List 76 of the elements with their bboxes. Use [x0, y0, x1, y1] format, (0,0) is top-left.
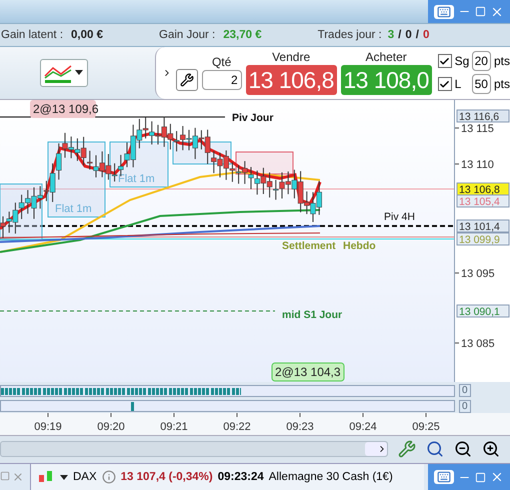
trade-tag: 2@13 109,6	[30, 100, 99, 118]
wrench-icon	[180, 72, 194, 87]
level-label: Hebdo	[343, 240, 376, 252]
sell-label: Vendre	[272, 50, 310, 64]
indicator-reading: 0	[459, 400, 471, 413]
price-tag: 13 116,6	[456, 109, 510, 123]
candlestick-icon[interactable]	[37, 469, 55, 485]
zoom-out-icon[interactable]	[454, 440, 472, 458]
indicator-reading: 0	[459, 384, 471, 398]
level-label: Settlement	[282, 240, 336, 252]
caret-icon[interactable]	[60, 474, 68, 480]
keyboard-icon[interactable]	[434, 470, 454, 484]
level-label: mid S1 Jour	[282, 308, 342, 321]
zone-label: Flat 1m	[55, 202, 92, 215]
price-tick: 13 115	[461, 122, 494, 135]
separator: /	[416, 29, 419, 42]
trade-tag: 2@13 104,3	[272, 362, 344, 382]
checkbox[interactable]	[438, 77, 452, 92]
time-tick: 09:25	[412, 421, 440, 434]
wrench-icon[interactable]	[398, 440, 416, 458]
check-icon	[439, 56, 450, 67]
points-field[interactable]: 50	[472, 74, 491, 94]
checkbox[interactable]	[438, 54, 452, 68]
time-tick: 09:24	[349, 421, 377, 434]
scrollbar[interactable]	[0, 441, 388, 458]
time-tick: 09:23	[286, 421, 314, 434]
stat-label: Gain Jour :	[159, 29, 216, 42]
maximize-icon[interactable]	[0, 471, 10, 481]
volume-spike-drawing	[131, 402, 134, 412]
check-icon	[439, 78, 450, 90]
instrument-name: Allemagne 30 Cash (1€)	[268, 471, 393, 483]
level-label: Piv Jour	[232, 112, 274, 124]
close-icon[interactable]	[12, 471, 24, 483]
clock-text: 09:23:24	[218, 471, 264, 483]
price-tag: 13 090,1	[456, 304, 510, 318]
stat-value: 0,00 €	[71, 29, 103, 42]
time-tick: 09:19	[34, 421, 62, 434]
time-tick: 09:21	[160, 421, 188, 434]
price-tick: 13 095	[461, 268, 495, 280]
settings-button[interactable]	[176, 68, 198, 91]
keyboard-icon[interactable]	[434, 4, 454, 19]
buy-label: Acheter	[365, 50, 407, 64]
trade-count: 3	[388, 29, 394, 42]
stop-label: L	[454, 77, 462, 92]
zoom-in-icon[interactable]	[482, 440, 500, 458]
price-tick: 13 085	[461, 338, 495, 350]
info-icon[interactable]	[102, 470, 116, 484]
stat-value: 23,70 €	[223, 29, 262, 42]
stat-label: Trades jour :	[318, 29, 382, 42]
scroll-thumb[interactable]	[365, 442, 387, 456]
trade-count: 0	[422, 29, 430, 42]
zone-label: Flat 1m	[118, 172, 155, 185]
price-tag: 13 101,4	[456, 219, 510, 233]
stop-label: Sg	[454, 54, 469, 68]
time-tick: 09:20	[97, 421, 125, 434]
price-tag: 13 099,9	[456, 232, 510, 246]
caret-icon[interactable]	[75, 70, 83, 76]
level-label: Piv 4H	[384, 210, 415, 223]
qty-label: Qté	[212, 55, 232, 70]
price-tag: 13 106,8	[456, 182, 510, 196]
sell-button[interactable]: 13 106,8	[246, 65, 337, 96]
time-tick: 09:22	[223, 421, 251, 434]
qty-field[interactable]: 2	[202, 70, 242, 90]
separator: /	[398, 29, 402, 42]
price-tick: 13 110	[461, 158, 494, 171]
range-box	[236, 151, 294, 174]
symbol-label[interactable]: DAX	[73, 471, 97, 483]
stat-label: Gain latent :	[1, 29, 64, 42]
price-tag: 13 105,4	[456, 194, 510, 208]
indicator-button[interactable]	[40, 58, 88, 87]
trade-count: 0	[405, 29, 412, 42]
quote-text: 13 107,4 (-0,34%)	[120, 471, 213, 483]
unit-label: pts	[494, 77, 510, 92]
close-icon[interactable]	[490, 470, 504, 484]
points-field[interactable]: 20	[472, 51, 491, 72]
unit-label: pts	[494, 54, 510, 68]
